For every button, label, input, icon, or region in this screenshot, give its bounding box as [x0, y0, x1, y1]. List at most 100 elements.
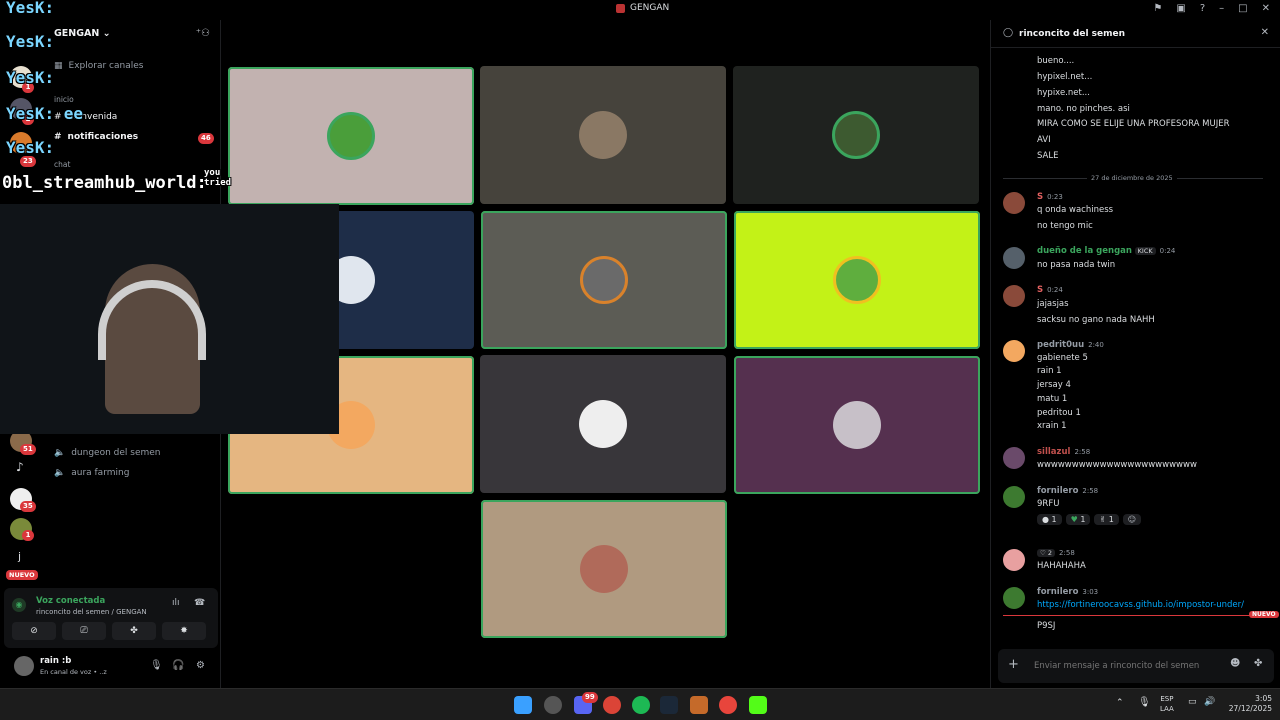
- avatar[interactable]: [1003, 340, 1025, 362]
- tray-mic-icon[interactable]: 🎙: [1138, 697, 1151, 708]
- server-header[interactable]: GENGAN ⌄: [54, 28, 111, 39]
- chrome-icon[interactable]: [603, 696, 621, 714]
- window-icon[interactable]: ▣: [1176, 3, 1185, 14]
- window-title: GENGAN: [616, 3, 669, 13]
- avatar: [580, 545, 628, 593]
- user-status: En canal de voz • ..z: [40, 668, 107, 676]
- avatar[interactable]: [1003, 192, 1025, 214]
- server-letter-icon[interactable]: j: [18, 550, 21, 563]
- message-line: rain 1: [1037, 366, 1062, 376]
- avatar: [580, 256, 628, 304]
- message-composer: + ☻ ✤: [998, 649, 1274, 683]
- voice-channel-aura[interactable]: 🔈 aura farming: [54, 468, 129, 478]
- avatar[interactable]: [1003, 285, 1025, 307]
- settings-gear-icon[interactable]: ⚙: [196, 660, 205, 671]
- explore-channels[interactable]: ▦ Explorar canales: [54, 61, 143, 71]
- tray-chevron-icon[interactable]: ⌃: [1116, 698, 1124, 708]
- steam-icon[interactable]: [660, 696, 678, 714]
- overlay-line: YesK:: [6, 0, 55, 17]
- reaction-pill[interactable]: ● 1: [1037, 514, 1062, 525]
- participant-tile[interactable]: [481, 500, 727, 638]
- overlay-line: YesK:: [6, 32, 55, 51]
- mic-icon[interactable]: 🎙: [150, 660, 163, 671]
- close-window-button[interactable]: ✕: [1262, 3, 1270, 14]
- message-line: mano. no pinches. asi: [1037, 104, 1130, 114]
- volume-icon[interactable]: 🔊: [1204, 697, 1215, 707]
- app-icon[interactable]: [690, 696, 708, 714]
- soundboard-button[interactable]: ✸: [162, 622, 206, 640]
- participant-tile[interactable]: [734, 356, 980, 494]
- participant-tile[interactable]: [480, 66, 726, 204]
- user-tag: ♡ 2: [1037, 549, 1056, 557]
- reaction-pill[interactable]: ♥ 1: [1065, 514, 1091, 525]
- participant-tile[interactable]: [733, 66, 979, 204]
- message-link[interactable]: https://fortineroocavss.github.io/impost…: [1037, 600, 1244, 610]
- app-icon[interactable]: [544, 696, 562, 714]
- screen-share-button[interactable]: ⎚: [62, 622, 106, 640]
- inbox-flag-icon[interactable]: ⚑: [1153, 3, 1162, 14]
- avatar[interactable]: [1003, 447, 1025, 469]
- signal-icon: ◉: [12, 598, 26, 612]
- message-line: no tengo mic: [1037, 221, 1093, 231]
- camera-off-button[interactable]: ⊘: [12, 622, 56, 640]
- close-chat-button[interactable]: ✕: [1261, 27, 1269, 38]
- voice-location[interactable]: rinconcito del semen / GENGAN: [36, 608, 147, 616]
- avatar[interactable]: [1003, 549, 1025, 571]
- kick-icon[interactable]: [749, 696, 767, 714]
- help-icon[interactable]: ?: [1200, 3, 1205, 14]
- new-messages-badge: NUEVO: [1249, 611, 1279, 618]
- network-icon[interactable]: ▭: [1188, 697, 1197, 707]
- avatar[interactable]: [1003, 587, 1025, 609]
- app-icon[interactable]: [719, 696, 737, 714]
- message-line: wwwwwwwwwwwwwwwwwwwwwww: [1037, 460, 1197, 470]
- avatar[interactable]: [14, 656, 34, 676]
- channel-notificaciones[interactable]: # notificaciones: [54, 132, 138, 142]
- message-line: 9RFU: [1037, 499, 1060, 509]
- avatar[interactable]: [1003, 247, 1025, 269]
- voice-status: Voz conectada: [36, 596, 106, 606]
- speaker-icon: 🔈: [54, 468, 66, 478]
- voice-channel-dungeon[interactable]: 🔈 dungeon del semen: [54, 448, 161, 458]
- music-note-icon[interactable]: ♪: [16, 460, 24, 474]
- maximize-button[interactable]: □: [1238, 3, 1247, 14]
- category-inicio[interactable]: inicio: [54, 95, 74, 104]
- start-icon[interactable]: [514, 696, 532, 714]
- invite-icon[interactable]: ⁺⚇: [196, 28, 210, 39]
- avatar[interactable]: [1003, 486, 1025, 508]
- message-line: jersay 4: [1037, 380, 1071, 390]
- add-reaction-icon[interactable]: ☺: [1122, 514, 1142, 525]
- reaction-pill[interactable]: ✌ 1: [1094, 514, 1119, 525]
- user-name[interactable]: rain :b: [40, 656, 71, 666]
- notif-count-badge: 46: [198, 133, 214, 144]
- avatar: [579, 400, 627, 448]
- mention-badge: 35: [20, 501, 36, 512]
- emoji-icon[interactable]: ☻: [1230, 658, 1240, 669]
- overlay-line: YesK: ee: [6, 104, 84, 123]
- add-attachment-icon[interactable]: +: [1008, 657, 1019, 672]
- message-header: dueño de la gengan KICK 0:24: [1037, 246, 1176, 256]
- activities-button[interactable]: ✤: [112, 622, 156, 640]
- keyboard-lang[interactable]: ESP LAA: [1160, 694, 1174, 714]
- avatar: [833, 401, 881, 449]
- message-header: pedrit0uu 2:40: [1037, 340, 1104, 350]
- new-badge: NUEVO: [6, 570, 38, 580]
- noise-suppression-icon[interactable]: ılı: [172, 598, 180, 608]
- message-line: xrain 1: [1037, 421, 1067, 431]
- disconnect-icon[interactable]: ☎: [194, 598, 205, 608]
- participant-tile[interactable]: [480, 355, 726, 493]
- chat-bubble-icon: ◯: [1003, 28, 1014, 38]
- app-logo-icon: [616, 3, 625, 13]
- spotify-icon[interactable]: [632, 696, 650, 714]
- participant-tile[interactable]: [734, 211, 980, 349]
- message-input[interactable]: [1034, 657, 1224, 675]
- participant-tile[interactable]: [228, 67, 474, 205]
- headphones-icon[interactable]: 🎧: [172, 660, 184, 671]
- category-chat[interactable]: chat: [54, 160, 70, 169]
- apps-icon[interactable]: ✤: [1254, 658, 1262, 669]
- clock[interactable]: 3:05 27/12/2025: [1222, 694, 1272, 714]
- minimize-button[interactable]: –: [1219, 3, 1224, 14]
- participant-tile[interactable]: [481, 211, 727, 349]
- chat-channel-name: rinconcito del semen: [1019, 29, 1126, 39]
- message-header: fornilero 2:58: [1037, 486, 1099, 496]
- discord-badge: 99: [582, 692, 598, 703]
